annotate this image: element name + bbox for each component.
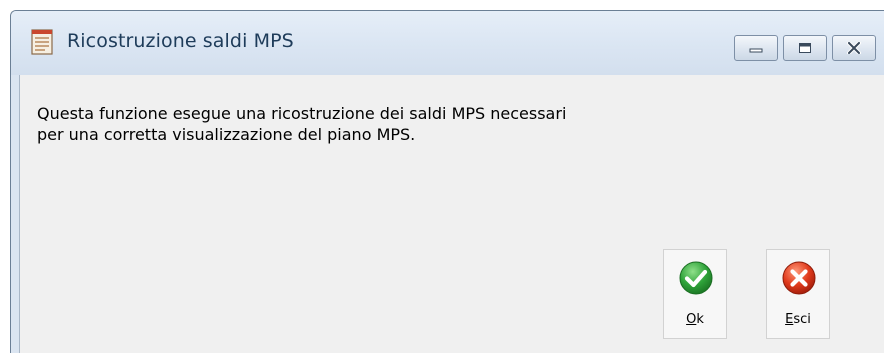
minimize-icon [749,48,763,53]
caption-buttons [734,35,876,61]
close-icon [847,42,861,54]
red-x-icon [782,261,816,295]
esci-button[interactable]: Esci [766,249,830,339]
message-line-2: per una corretta visualizzazione del pia… [37,125,416,144]
ok-button[interactable]: Ok [663,249,727,339]
message-text: Questa funzione esegue una ricostruzione… [37,103,566,145]
ok-button-label: Ok [686,312,704,327]
title-bar[interactable]: Ricostruzione saldi MPS [11,11,884,75]
window-title: Ricostruzione saldi MPS [67,30,294,52]
maximize-icon [799,43,811,53]
message-line-1: Questa funzione esegue una ricostruzione… [37,104,567,123]
close-button[interactable] [832,35,876,61]
minimize-button[interactable] [734,35,778,61]
dialog-body: Questa funzione esegue una ricostruzione… [19,75,884,353]
esci-button-label: Esci [785,312,811,327]
maximize-button[interactable] [783,35,827,61]
dialog-window: Ricostruzione saldi MPS Questa funzione … [10,10,884,353]
green-check-icon [679,261,713,295]
document-list-icon [31,29,53,55]
